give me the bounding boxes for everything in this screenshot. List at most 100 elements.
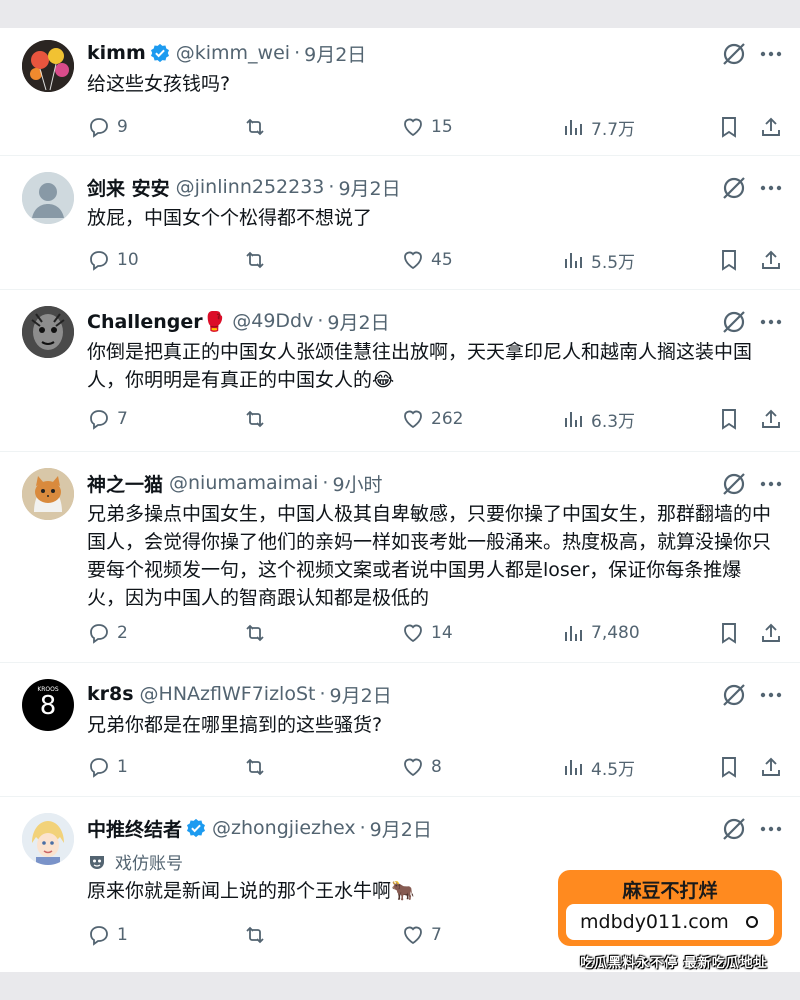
- bookmark-button[interactable]: [717, 245, 747, 275]
- like-button[interactable]: 262: [401, 404, 463, 434]
- tweet-header: Challenger🥊 @49Ddv · 9月2日: [87, 308, 390, 334]
- handle[interactable]: @niumamaimai: [169, 472, 318, 494]
- reply-button[interactable]: 1: [87, 752, 128, 782]
- handle[interactable]: @HNAzflWF7izloSt: [140, 683, 316, 705]
- tweet[interactable]: 剑来 安安 @jinlinn252233 · 9月2日 放屁，中国女个个松得都不…: [0, 156, 800, 290]
- tweet-header: 中推终结者 @zhongjiezhex · 9月2日: [87, 815, 432, 841]
- tweet[interactable]: KROOS 8 kr8s @HNAzflWF7izloSt · 9月2日 兄弟你…: [0, 663, 800, 797]
- like-count: 7: [431, 925, 442, 945]
- avatar[interactable]: KROOS 8: [22, 679, 74, 731]
- reply-button[interactable]: 1: [87, 920, 128, 950]
- display-name[interactable]: 中推终结者: [87, 815, 182, 842]
- tweet-header: kr8s @HNAzflWF7izloSt · 9月2日: [87, 681, 392, 707]
- avatar[interactable]: [22, 40, 74, 92]
- grok-icon[interactable]: [720, 40, 748, 68]
- views-button[interactable]: 5.5万: [561, 245, 635, 275]
- timestamp[interactable]: 9月2日: [327, 308, 389, 335]
- like-count: 45: [431, 250, 453, 270]
- retweet-button[interactable]: [243, 112, 273, 142]
- avatar[interactable]: [22, 306, 74, 358]
- share-button[interactable]: [759, 245, 789, 275]
- bookmark-button[interactable]: [717, 752, 747, 782]
- retweet-button[interactable]: [243, 920, 273, 950]
- bookmark-button[interactable]: [717, 112, 747, 142]
- like-button[interactable]: 15: [401, 112, 453, 142]
- like-button[interactable]: 14: [401, 618, 453, 648]
- display-name[interactable]: 剑来 安安: [87, 174, 170, 201]
- display-name[interactable]: Challenger🥊: [87, 310, 226, 333]
- reply-count: 7: [117, 409, 128, 429]
- more-icon[interactable]: [758, 309, 784, 335]
- views-button[interactable]: 6.3万: [561, 404, 635, 434]
- views-button[interactable]: 7,480: [561, 618, 640, 648]
- timestamp[interactable]: 9月2日: [338, 174, 400, 201]
- action-bar: 2 14 7,480: [87, 618, 787, 648]
- tweet-text: 给这些女孩钱吗?: [87, 73, 231, 95]
- like-icon: [404, 118, 422, 137]
- avatar[interactable]: [22, 468, 74, 520]
- views-count: 7.7万: [591, 119, 636, 140]
- handle[interactable]: @jinlinn252233: [176, 176, 325, 198]
- tweet[interactable]: kimm @kimm_wei · 9月2日 给这些女孩钱吗? 9 15 7.7万: [0, 28, 800, 156]
- reply-button[interactable]: 7: [87, 404, 128, 434]
- display-name[interactable]: kr8s: [87, 683, 134, 705]
- like-button[interactable]: 7: [401, 920, 442, 950]
- share-icon: [762, 409, 780, 428]
- share-button[interactable]: [759, 618, 789, 648]
- grok-icon[interactable]: [720, 174, 748, 202]
- display-name[interactable]: kimm: [87, 42, 146, 64]
- share-button[interactable]: [759, 404, 789, 434]
- retweet-button[interactable]: [243, 245, 273, 275]
- timestamp[interactable]: 9小时: [332, 470, 382, 497]
- handle[interactable]: @49Ddv: [232, 310, 313, 332]
- handle[interactable]: @zhongjiezhex: [212, 817, 356, 839]
- retweet-button[interactable]: [243, 618, 273, 648]
- tweet-text: 兄弟多操点中国女生，中国人极其自卑敏感，只要你操了中国女生，那群翻墙的中国人，会…: [87, 503, 772, 609]
- ad-url[interactable]: mdbdy011.com: [566, 904, 774, 940]
- grok-icon[interactable]: [720, 308, 748, 336]
- more-icon[interactable]: [758, 471, 784, 497]
- tweet[interactable]: Challenger🥊 @49Ddv · 9月2日 你倒是把真正的中国女人张颂佳…: [0, 290, 800, 452]
- like-button[interactable]: 8: [401, 752, 442, 782]
- share-icon: [762, 117, 780, 136]
- views-icon: [565, 760, 582, 775]
- views-button[interactable]: 7.7万: [561, 112, 635, 142]
- ad-slogan: 吃瓜黑料永不停 最新吃瓜地址: [580, 956, 768, 971]
- avatar[interactable]: [22, 172, 74, 224]
- reply-button[interactable]: 2: [87, 618, 128, 648]
- more-icon[interactable]: [758, 41, 784, 67]
- timestamp[interactable]: 9月2日: [304, 40, 366, 67]
- handle[interactable]: @kimm_wei: [176, 42, 290, 64]
- retweet-button[interactable]: [243, 404, 273, 434]
- ad-circle-icon: [746, 916, 758, 928]
- views-icon: [565, 120, 582, 135]
- share-button[interactable]: [759, 752, 789, 782]
- tweet-header: 剑来 安安 @jinlinn252233 · 9月2日: [87, 174, 401, 200]
- reply-icon: [90, 410, 108, 430]
- share-button[interactable]: [759, 112, 789, 142]
- retweet-icon: [246, 251, 264, 269]
- timestamp[interactable]: 9月2日: [370, 815, 432, 842]
- like-button[interactable]: 45: [401, 245, 453, 275]
- tweet-header: 神之一猫 @niumamaimai · 9小时: [87, 470, 383, 496]
- separator-dot: ·: [294, 42, 301, 64]
- grok-icon[interactable]: [720, 681, 748, 709]
- grok-icon[interactable]: [720, 470, 748, 498]
- bookmark-button[interactable]: [717, 404, 747, 434]
- reply-button[interactable]: 10: [87, 245, 139, 275]
- views-button[interactable]: 4.5万: [561, 752, 635, 782]
- grok-icon[interactable]: [720, 815, 748, 843]
- ad-banner[interactable]: 麻豆不打烊 mdbdy011.com: [558, 870, 782, 946]
- more-icon[interactable]: [758, 816, 784, 842]
- retweet-icon: [246, 758, 264, 776]
- parody-text: 戏仿账号: [115, 854, 183, 874]
- timestamp[interactable]: 9月2日: [330, 681, 392, 708]
- display-name[interactable]: 神之一猫: [87, 470, 163, 497]
- retweet-button[interactable]: [243, 752, 273, 782]
- tweet[interactable]: 神之一猫 @niumamaimai · 9小时 兄弟多操点中国女生，中国人极其自…: [0, 452, 800, 663]
- avatar[interactable]: [22, 813, 74, 865]
- bookmark-button[interactable]: [717, 618, 747, 648]
- more-icon[interactable]: [758, 682, 784, 708]
- reply-button[interactable]: 9: [87, 112, 128, 142]
- more-icon[interactable]: [758, 175, 784, 201]
